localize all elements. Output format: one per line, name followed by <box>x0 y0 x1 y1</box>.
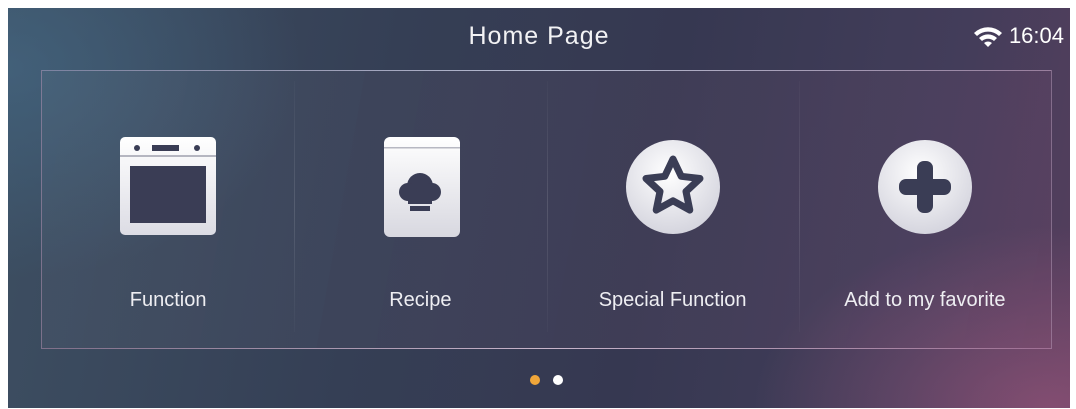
page-indicator <box>530 375 563 385</box>
icon-container <box>623 137 723 237</box>
icon-container <box>118 137 218 237</box>
icon-container <box>875 137 975 237</box>
menu-tile-recipe[interactable]: Recipe <box>294 71 546 348</box>
tile-label: Special Function <box>598 289 747 311</box>
page-dot[interactable] <box>553 375 563 385</box>
page-title: Home Page <box>468 22 610 50</box>
clock-time: 16:04 <box>1008 23 1064 48</box>
recipe-book-icon <box>384 137 461 237</box>
screen: Home Page 16:04 Function Recipe Special … <box>8 8 1070 408</box>
tile-label: Recipe <box>389 289 452 311</box>
oven-icon <box>120 137 217 235</box>
menu-tile-special-function[interactable]: Special Function <box>546 71 799 348</box>
page-dot-active[interactable] <box>530 375 540 385</box>
star-icon <box>625 140 720 234</box>
plus-icon <box>877 140 972 234</box>
tile-label: Add to my favorite <box>844 289 1006 311</box>
icon-container <box>370 137 470 237</box>
tile-label: Function <box>129 289 207 311</box>
menu-panel: Function Recipe Special Function Add to … <box>41 70 1052 349</box>
menu-tile-add-favorite[interactable]: Add to my favorite <box>798 71 1051 348</box>
wifi-icon <box>973 27 1002 47</box>
status-bar: 16:04 <box>973 23 1064 49</box>
menu-tile-function[interactable]: Function <box>42 71 294 348</box>
